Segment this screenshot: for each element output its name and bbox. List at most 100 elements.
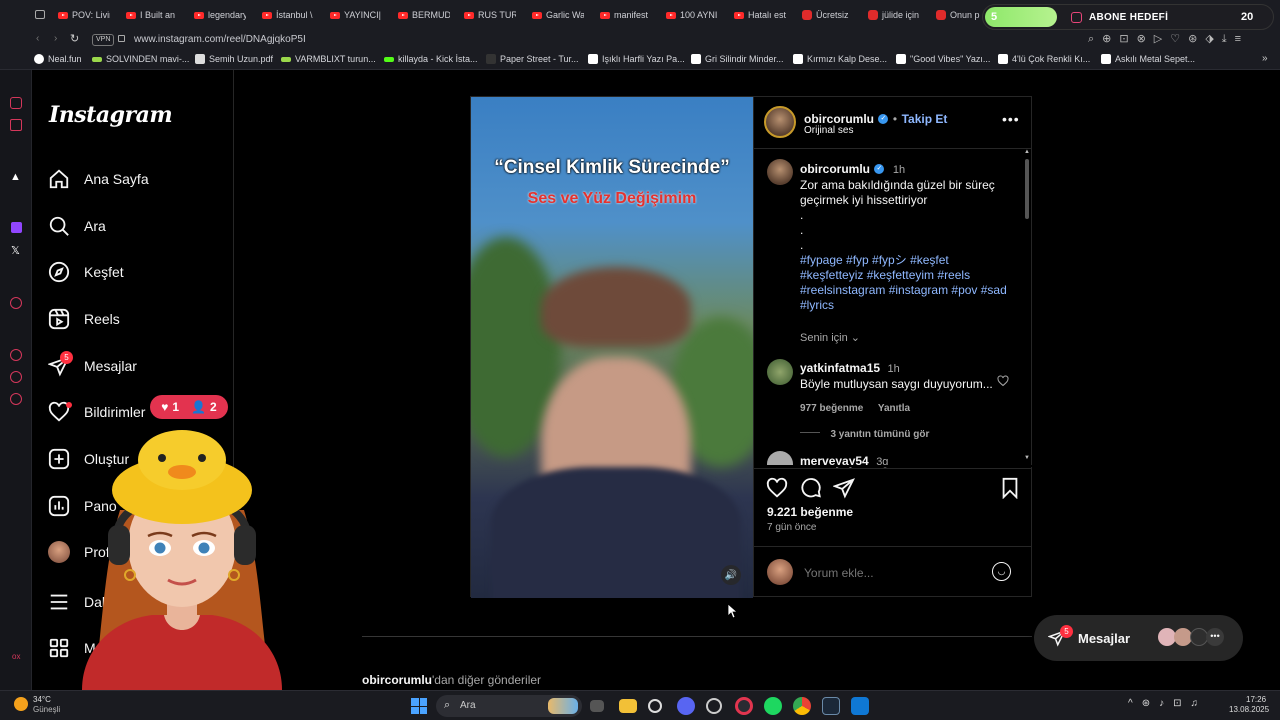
- comment-likes[interactable]: 977 beğenme: [800, 403, 863, 414]
- tab-10[interactable]: Hatalı est: [734, 6, 786, 24]
- tab-8[interactable]: manifest: [600, 6, 652, 24]
- bookmark-0[interactable]: Neal.fun: [34, 54, 82, 64]
- bookmark-3[interactable]: VARMBLIXT turun...: [281, 54, 376, 64]
- reel-video[interactable]: “Cinsel Kimlik Sürecinde” Ses ve Yüz Değ…: [471, 97, 753, 598]
- bookmark-6[interactable]: Işıklı Harfli Yazı Pa...: [588, 54, 685, 64]
- emoji-icon[interactable]: ◡: [992, 562, 1011, 581]
- hashtags[interactable]: #reelsinstagram #instagram #pov #sad: [800, 283, 1015, 298]
- discord-icon[interactable]: [677, 697, 695, 715]
- steam-icon[interactable]: [822, 697, 840, 715]
- settings-icon[interactable]: [10, 393, 22, 405]
- nav-explore[interactable]: Keşfet: [48, 258, 124, 286]
- bookmark-2[interactable]: Semih Uzun.pdf: [195, 54, 273, 64]
- tab-2[interactable]: legendary: [194, 6, 246, 24]
- commenter-avatar[interactable]: [767, 451, 793, 465]
- more-posts-user[interactable]: obircorumlu: [362, 673, 432, 687]
- bookmark-10[interactable]: 4'lü Çok Renkli Kı...: [998, 54, 1090, 64]
- bookmark-8[interactable]: Kırmızı Kalp Dese...: [793, 54, 887, 64]
- follow-button[interactable]: Takip Et: [902, 112, 948, 126]
- gmail-icon[interactable]: [10, 119, 22, 131]
- tab-12[interactable]: jülide için: [868, 6, 920, 24]
- instagram-logo[interactable]: Instagram: [49, 102, 173, 128]
- weather-desc[interactable]: Güneşli: [33, 705, 60, 714]
- like-icon[interactable]: [766, 477, 788, 499]
- nav-home[interactable]: Ana Sayfa: [48, 165, 149, 193]
- tab-3[interactable]: İstanbul \: [262, 6, 314, 24]
- author-name[interactable]: obircorumlu: [804, 112, 874, 126]
- tab-11[interactable]: Ücretsiz: [802, 6, 854, 24]
- tray-icons[interactable]: ^⊛♪⊡♫: [1128, 698, 1207, 709]
- workspaces-icon[interactable]: [35, 10, 45, 19]
- bookmark-5[interactable]: Paper Street - Tur...: [486, 54, 579, 64]
- task-view-icon[interactable]: [590, 700, 604, 712]
- vpn-badge[interactable]: VPN: [92, 34, 115, 46]
- tab-5[interactable]: BERMUDA: [398, 6, 450, 24]
- more-options-icon[interactable]: •••: [1002, 111, 1020, 127]
- reply-button[interactable]: Yanıtla: [878, 403, 910, 414]
- comment-text: Böyle mutluysan saygı duyuyorum...: [800, 377, 993, 391]
- tab-6[interactable]: RUS TUR: [464, 6, 516, 24]
- spotify-icon[interactable]: [764, 697, 782, 715]
- comment-like-icon[interactable]: [997, 374, 1009, 392]
- tab-1[interactable]: I Built an: [126, 6, 176, 24]
- chrome-icon[interactable]: [793, 697, 811, 715]
- reload-icon[interactable]: ↻: [70, 32, 79, 45]
- back-icon[interactable]: ‹: [36, 33, 39, 44]
- share-icon[interactable]: [833, 477, 855, 499]
- for-you-dropdown[interactable]: Senin için ⌄: [800, 331, 1015, 344]
- tab-13[interactable]: Onun p: [936, 6, 982, 24]
- tab-7[interactable]: Garlic Wa: [532, 6, 584, 24]
- bookmark-4[interactable]: killayda - Kick İsta...: [384, 54, 478, 64]
- view-replies-button[interactable]: 3 yanıtın tümünü gör: [800, 424, 929, 442]
- hashtags[interactable]: #lyrics: [800, 298, 1015, 313]
- weather-icon[interactable]: [14, 697, 28, 711]
- more-icon[interactable]: ox: [12, 652, 20, 661]
- file-explorer-icon[interactable]: [619, 699, 637, 713]
- tab-4[interactable]: YAYINCI|: [330, 6, 382, 24]
- taskbar-search[interactable]: ⌕ Ara: [436, 695, 582, 717]
- comment-input[interactable]: [804, 565, 984, 581]
- twitch-icon[interactable]: [11, 222, 22, 233]
- hashtags[interactable]: #keşfetteyiz #keşfetteyim #reels: [800, 268, 1015, 283]
- author-avatar[interactable]: [764, 106, 796, 138]
- volume-button[interactable]: 🔊: [721, 565, 741, 585]
- url-field[interactable]: www.instagram.com/reel/DNAgjqkoP5I: [134, 34, 306, 45]
- messages-pill[interactable]: 5 Mesajlar •••: [1034, 615, 1243, 661]
- clock-date[interactable]: 13.08.2025: [1229, 705, 1269, 714]
- settings-gear-icon[interactable]: [648, 699, 662, 713]
- bookmark-11[interactable]: Askılı Metal Sepet...: [1101, 54, 1195, 64]
- bookmark-9[interactable]: "Good Vibes" Yazı...: [896, 54, 990, 64]
- chat-icon[interactable]: [10, 97, 22, 109]
- caption-author[interactable]: obircorumlu: [800, 162, 870, 176]
- bookmark-7[interactable]: Gri Silindir Minder...: [691, 54, 784, 64]
- scroll-thumb[interactable]: [1025, 159, 1029, 219]
- hashtags[interactable]: #fypage #fyp #fypシ #keşfet: [800, 253, 1015, 268]
- comment-user[interactable]: yatkinfatma15: [800, 361, 880, 375]
- outlook-icon[interactable]: [851, 697, 869, 715]
- opera-browser-icon[interactable]: [735, 697, 753, 715]
- aria-ai-icon[interactable]: ▲: [10, 171, 21, 183]
- audio-label[interactable]: Orijinal ses: [804, 125, 853, 136]
- clock-time[interactable]: 17:26: [1246, 695, 1266, 704]
- like-count[interactable]: 9.221 beğenme: [767, 505, 853, 519]
- tab-0[interactable]: POV: Livin: [58, 6, 110, 24]
- bookmark-1[interactable]: SOLVINDEN mavi-...: [92, 54, 189, 64]
- tab-9[interactable]: 100 AYNI: [666, 6, 718, 24]
- nav-reels[interactable]: Reels: [48, 305, 120, 333]
- bookmarks-overflow-icon[interactable]: »: [1262, 53, 1268, 64]
- comment-icon[interactable]: [800, 477, 822, 499]
- commenter-avatar[interactable]: [767, 359, 793, 385]
- history-icon[interactable]: [10, 349, 22, 361]
- weather-temp[interactable]: 34°C: [33, 695, 51, 704]
- bookmark-save-icon[interactable]: [999, 477, 1021, 499]
- windows-start-icon[interactable]: [411, 698, 427, 714]
- bookmark-icon: [691, 54, 701, 64]
- nav-search[interactable]: Ara: [48, 212, 106, 240]
- forward-icon[interactable]: ›: [54, 33, 57, 44]
- player-icon[interactable]: [10, 297, 22, 309]
- x-twitter-icon[interactable]: 𝕏: [11, 244, 20, 257]
- caption-avatar[interactable]: [767, 159, 793, 185]
- app-icon[interactable]: [706, 698, 722, 714]
- comments-scrollbar[interactable]: ▲ ▼: [1024, 149, 1030, 463]
- flow-icon[interactable]: [10, 371, 22, 383]
